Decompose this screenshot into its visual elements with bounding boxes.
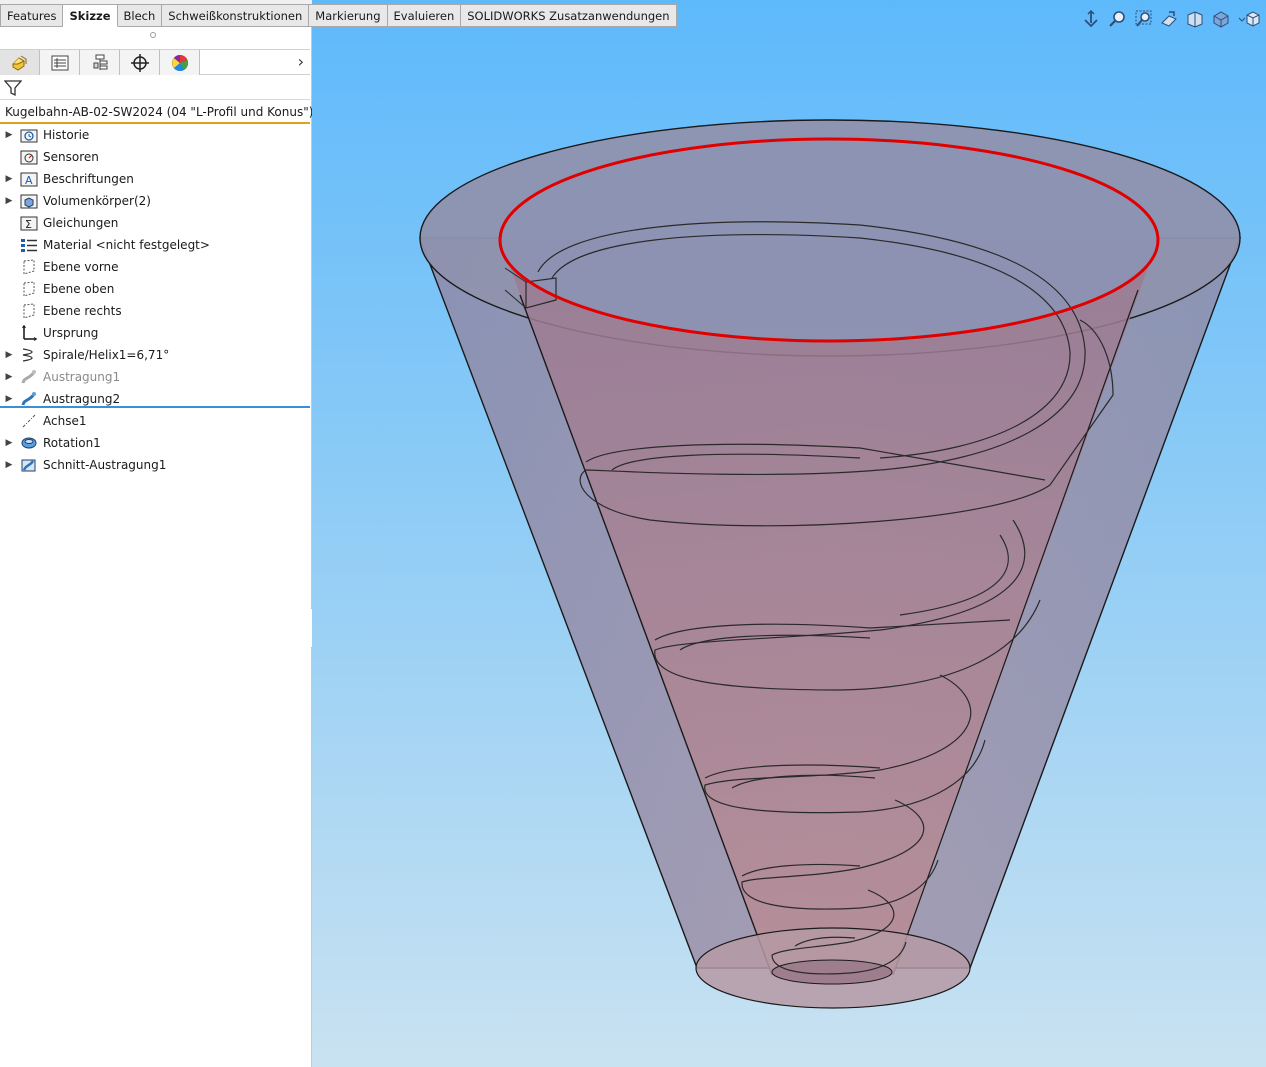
displaymanager-tab[interactable] bbox=[160, 50, 200, 75]
tree-item-sensoren[interactable]: Sensoren bbox=[0, 146, 310, 168]
view-orientation-icon[interactable] bbox=[1080, 8, 1102, 30]
cone-model[interactable] bbox=[312, 0, 1266, 1067]
tab-blech[interactable]: Blech bbox=[117, 4, 163, 27]
expand-caret-icon[interactable]: ▶ bbox=[0, 372, 18, 382]
expand-caret-icon[interactable]: ▶ bbox=[0, 438, 18, 448]
tab-schweisskonstruktionen[interactable]: Schweißkonstruktionen bbox=[162, 4, 310, 27]
tree-item-material[interactable]: Material <nicht festgelegt> bbox=[0, 234, 310, 256]
tree-item-label: Beschriftungen bbox=[43, 172, 134, 186]
expand-caret-icon[interactable]: ▶ bbox=[0, 394, 18, 404]
tree-item-schnitt-austragung1[interactable]: ▶ Schnitt-Austragung1 bbox=[0, 454, 310, 476]
tab-features[interactable]: Features bbox=[0, 4, 64, 27]
graphics-area[interactable] bbox=[312, 0, 1266, 1067]
expand-caret-icon[interactable]: ▶ bbox=[0, 174, 18, 184]
annotations-icon: A bbox=[18, 170, 40, 188]
propertymanager-tab[interactable] bbox=[40, 50, 80, 75]
heads-up-view-toolbar bbox=[1080, 8, 1266, 30]
helix-icon bbox=[18, 346, 40, 364]
tab-evaluieren[interactable]: Evaluieren bbox=[387, 4, 462, 27]
tree-item-ebene-oben[interactable]: Ebene oben bbox=[0, 278, 310, 300]
view-settings-icon[interactable] bbox=[1236, 8, 1266, 30]
tree-item-beschriftungen[interactable]: ▶ A Beschriftungen bbox=[0, 168, 310, 190]
section-view-icon[interactable] bbox=[1184, 8, 1206, 30]
tree-item-gleichungen[interactable]: Σ Gleichungen bbox=[0, 212, 310, 234]
part-name: Kugelbahn-AB-02-SW2024 (04 "L-Profil und… bbox=[5, 105, 314, 119]
feature-manager-tabs: › bbox=[0, 49, 310, 75]
tab-solidworks-zusatzanwendungen[interactable]: SOLIDWORKS Zusatzanwendungen bbox=[461, 4, 677, 27]
tree-item-label: Ebene vorne bbox=[43, 260, 119, 274]
configurationmanager-tab[interactable] bbox=[80, 50, 120, 75]
solidworks-window: Features Skizze Blech Schweißkonstruktio… bbox=[0, 0, 1266, 1067]
tree-item-label: Volumenkörper(2) bbox=[43, 194, 151, 208]
tree-item-label: Historie bbox=[43, 128, 90, 142]
plane-icon bbox=[18, 258, 40, 276]
svg-text:Σ: Σ bbox=[25, 218, 32, 231]
solid-bodies-icon bbox=[18, 192, 40, 210]
plane-icon bbox=[18, 302, 40, 320]
feature-tree: ▶ Historie Sensoren ▶ A Beschriftungen ▶… bbox=[0, 124, 310, 476]
tab-markierung[interactable]: Markierung bbox=[309, 4, 388, 27]
tree-item-ebene-vorne[interactable]: Ebene vorne bbox=[0, 256, 310, 278]
tree-item-historie[interactable]: ▶ Historie bbox=[0, 124, 310, 146]
filter-input[interactable] bbox=[26, 78, 306, 97]
expand-caret-icon[interactable]: ▶ bbox=[0, 196, 18, 206]
tree-item-achse1[interactable]: Achse1 bbox=[0, 410, 310, 432]
axis-icon bbox=[18, 412, 40, 430]
configuration-manager-icon bbox=[93, 54, 107, 70]
filter-icon[interactable] bbox=[4, 79, 22, 97]
rollback-bar[interactable] bbox=[0, 406, 310, 408]
tree-item-label: Sensoren bbox=[43, 150, 99, 164]
revolve-icon bbox=[18, 434, 40, 452]
sensor-icon bbox=[18, 148, 40, 166]
tree-item-label: Ebene rechts bbox=[43, 304, 122, 318]
tree-item-label: Austragung2 bbox=[43, 392, 121, 406]
command-manager-tabs: Features Skizze Blech Schweißkonstruktio… bbox=[0, 4, 677, 27]
tree-item-label: Ursprung bbox=[43, 326, 99, 340]
material-icon bbox=[18, 236, 40, 254]
tree-item-rotation1[interactable]: ▶ Rotation1 bbox=[0, 432, 310, 454]
plane-icon bbox=[18, 280, 40, 298]
tree-item-label: Spirale/Helix1=6,71° bbox=[43, 348, 170, 362]
expand-caret-icon[interactable]: ▶ bbox=[0, 460, 18, 470]
filter-bar bbox=[0, 76, 310, 100]
tab-skizze[interactable]: Skizze bbox=[63, 4, 118, 27]
property-manager-icon bbox=[51, 55, 68, 70]
tree-item-austragung1[interactable]: ▶ Austragung1 bbox=[0, 366, 310, 388]
part-root-node[interactable]: Kugelbahn-AB-02-SW2024 (04 "L-Profil und… bbox=[0, 102, 314, 124]
tree-item-ursprung[interactable]: Ursprung bbox=[0, 322, 310, 344]
sweep-icon bbox=[18, 368, 40, 386]
expand-caret-icon[interactable]: ▶ bbox=[0, 350, 18, 360]
panel-grip-handle[interactable] bbox=[150, 32, 156, 38]
dimxpert-icon bbox=[130, 53, 149, 72]
history-folder-icon bbox=[18, 126, 40, 144]
display-style-icon[interactable] bbox=[1210, 8, 1232, 30]
display-manager-icon bbox=[171, 54, 188, 71]
tree-item-label: Material <nicht festgelegt> bbox=[43, 238, 210, 252]
dimxpertmanager-tab[interactable] bbox=[120, 50, 160, 75]
feature-manager-panel: › Kugelbahn-AB-02-SW2024 (04 "L-Profil u… bbox=[0, 27, 314, 1067]
zoom-to-fit-icon[interactable] bbox=[1106, 8, 1128, 30]
zoom-to-area-icon[interactable] bbox=[1132, 8, 1154, 30]
swept-cut-icon bbox=[18, 456, 40, 474]
tree-item-label: Ebene oben bbox=[43, 282, 115, 296]
equations-icon: Σ bbox=[18, 214, 40, 232]
tree-item-label: Achse1 bbox=[43, 414, 87, 428]
chevron-right-icon[interactable]: › bbox=[298, 52, 304, 71]
tree-item-spirale-helix[interactable]: ▶ Spirale/Helix1=6,71° bbox=[0, 344, 310, 366]
origin-icon bbox=[18, 324, 40, 342]
tree-item-volumenkoerper[interactable]: ▶ Volumenkörper(2) bbox=[0, 190, 310, 212]
expand-caret-icon[interactable]: ▶ bbox=[0, 130, 18, 140]
inner-bottom-face bbox=[771, 959, 893, 985]
tree-item-label: Gleichungen bbox=[43, 216, 119, 230]
previous-view-icon[interactable] bbox=[1158, 8, 1180, 30]
tree-item-ebene-rechts[interactable]: Ebene rechts bbox=[0, 300, 310, 322]
featuremanager-tab[interactable] bbox=[0, 50, 40, 75]
tree-item-label: Rotation1 bbox=[43, 436, 101, 450]
tree-item-label: Austragung1 bbox=[43, 370, 121, 384]
feature-manager-icon bbox=[12, 55, 26, 71]
svg-text:A: A bbox=[25, 174, 33, 187]
tree-item-label: Schnitt-Austragung1 bbox=[43, 458, 167, 472]
